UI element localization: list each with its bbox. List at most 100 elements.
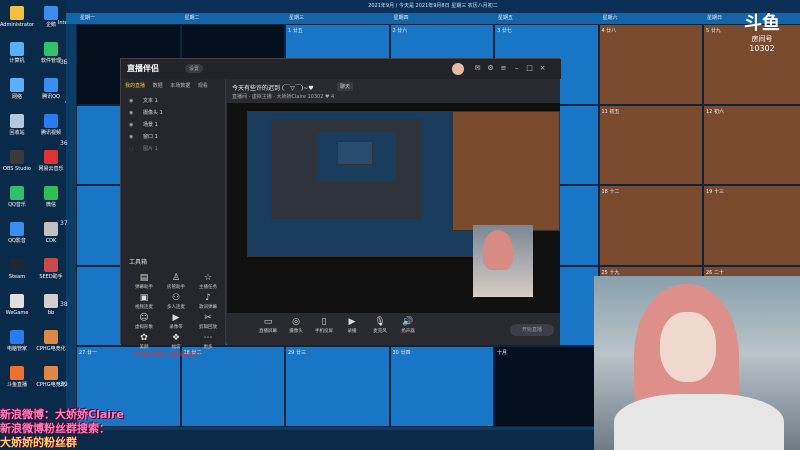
start-live-button[interactable]: 开始直播 [510,324,554,336]
control-label: 扬声器 [401,329,415,334]
desktop-icon-label: 斗鱼直播 [6,382,27,388]
tool-button[interactable]: ▣ 视频连麦 [129,293,159,310]
calendar-day[interactable]: 28 廿二 [180,346,285,427]
live-preview [227,103,560,313]
eye-icon[interactable]: ◉ [129,134,135,140]
tab-session-data[interactable]: 本场数据 [170,83,190,89]
control-button[interactable]: 🔊 扬声器 [395,317,421,334]
calendar-day-label: 30 廿四 [392,350,411,356]
calendar-day-label: 19 十三 [706,189,724,195]
calendar-day-label: 12 初六 [706,108,724,115]
close-icon[interactable]: × [538,64,547,73]
calendar-day[interactable]: 十月 [494,346,599,427]
tool-icon: ✂ [204,313,212,323]
calendar-day[interactable]: 29 廿三 [285,346,390,427]
tool-label: 主播任务 [199,285,217,290]
screen-share-icon: ▭ [263,317,273,327]
stream-category-tag[interactable]: 聊天 [337,82,354,91]
app-icon [44,186,58,200]
tool-button[interactable]: ♪ 歌词弹幕 [193,293,223,310]
control-bar: ▭ 直播屏幕 ◎ 摄像头 ▯ 手机投屏 ▶ 录播 🎙 麦克风 🔊 扬声器 开始直播 [227,315,560,345]
gift-icon[interactable]: ⚙ [486,64,495,73]
menu-icon[interactable]: ≡ [499,64,508,73]
minimize-icon[interactable]: – [512,64,521,73]
calendar-day-label: 2 廿六 [392,28,408,34]
eye-icon[interactable]: ◉ [129,98,135,104]
calendar-day[interactable]: 11 初五 [598,104,703,185]
tool-button[interactable]: ▶ 录像带 [161,313,191,330]
control-button[interactable]: 🎙 麦克风 [367,317,393,334]
speaker-icon: 🔊 [402,317,414,327]
control-button[interactable]: ▯ 手机投屏 [311,317,337,334]
scene-item[interactable]: ◉ 场景 1 [129,121,158,128]
tab-my-live[interactable]: 我的直播 [125,83,145,89]
control-label: 录播 [347,329,357,334]
live-app-window[interactable]: 直播伴侣 设置 ✉ ⚙ ≡ – □ × 我的直播 数据 本场数据 观看 ◉ 文本 … [120,58,561,358]
tool-icon: ♙ [171,273,181,283]
help-tip[interactable]: 如何更好的吸引粉丝观看直播？ [133,351,203,358]
preview-webcam [473,225,533,297]
desktop-icon-label: CPHG电竞化 [36,346,66,352]
app-icon [10,258,24,272]
tool-button[interactable]: ✿ 美颜 [129,333,159,350]
app-icon [10,222,24,236]
stream-title[interactable]: 今天有些许的迟到 (￣▽￣)~♥ [232,83,314,92]
desktop-icon-label: 网络 [11,94,22,100]
tool-label: 多人连麦 [167,305,185,310]
avatar[interactable] [452,63,464,75]
maximize-icon[interactable]: □ [525,64,534,73]
tool-icon: ☺ [139,313,149,323]
tab-watch[interactable]: 观看 [198,83,208,89]
app-logo: 直播伴侣 [127,64,159,73]
calendar-day[interactable]: 30 廿四 [389,346,494,427]
control-label: 摄像头 [289,329,303,334]
control-label: 手机投屏 [315,329,333,334]
tool-label: 剪辑回放 [199,325,217,330]
tool-button[interactable]: ⚇ 多人连麦 [161,293,191,310]
tool-button[interactable]: ▤ 弹幕助手 [129,273,159,290]
calendar-day[interactable]: 18 十二 [598,185,703,266]
calendar-day[interactable]: 4 廿八 [598,24,703,105]
calendar-day[interactable]: 19 十三 [703,185,800,266]
tool-button[interactable]: ☆ 主播任务 [193,273,223,290]
eye-icon[interactable]: ◉ [129,110,135,116]
tool-button[interactable]: ☺ 虚拟形象 [129,313,159,330]
calendar-day-label: 5 廿九 [706,28,721,34]
app-titlebar[interactable]: 直播伴侣 设置 ✉ ⚙ ≡ – □ × [121,59,561,79]
app-settings-pill[interactable]: 设置 [185,64,204,73]
weekday-label: 星期日 [707,15,723,21]
desktop-icon-label: 企鹅 [45,22,56,28]
desktop-icon-label: Steam [8,274,26,280]
tool-label: 更多 [203,345,213,350]
scene-item[interactable]: ◉ 文本 1 [129,97,158,104]
streamer-face [660,312,716,382]
tool-button[interactable]: ✂ 剪辑回放 [193,313,223,330]
scene-item[interactable]: ◉ 窗口 1 [129,133,158,140]
calendar-day-label: 11 初五 [601,108,620,115]
tool-button[interactable]: ❖ 福袋 [161,333,191,350]
eye-icon[interactable]: ◌ [129,146,135,152]
scene-item[interactable]: ◌ 图片 1 [129,145,158,152]
desktop-icon-label: bb [47,310,55,316]
streamer-shirt [614,394,784,450]
control-button[interactable]: ▭ 直播屏幕 [255,317,281,334]
app-main-panel: 今天有些许的迟到 (￣▽￣)~♥ 聊天 直播间 · 虚拟主播 · 大娇娇Clai… [227,79,560,345]
week-number: 36 [60,139,68,147]
scene-item[interactable]: ◉ 摄像头 1 [129,109,163,116]
app-icon [10,150,24,164]
tool-icon: ✿ [140,333,148,343]
calendar-day-label: 18 十二 [601,189,620,195]
calendar-day[interactable]: 12 初六 [703,104,800,185]
tool-button[interactable]: ♙ 房管助手 [161,273,191,290]
app-icon [10,330,24,344]
control-button[interactable]: ▶ 录播 [339,317,365,334]
tool-button[interactable]: ⋯ 更多 [193,333,223,350]
tab-data[interactable]: 数据 [153,83,163,89]
chat-icon[interactable]: ✉ [473,64,482,73]
calendar-topbar: 2021年9月 / 今天是 2021年9月8日 星期三 农历八月初二 [66,0,800,13]
tool-label: 录像带 [169,325,183,330]
app-icon [44,150,58,164]
control-button[interactable]: ◎ 摄像头 [283,317,309,334]
week-number: 38 [60,300,68,308]
eye-icon[interactable]: ◉ [129,122,135,128]
